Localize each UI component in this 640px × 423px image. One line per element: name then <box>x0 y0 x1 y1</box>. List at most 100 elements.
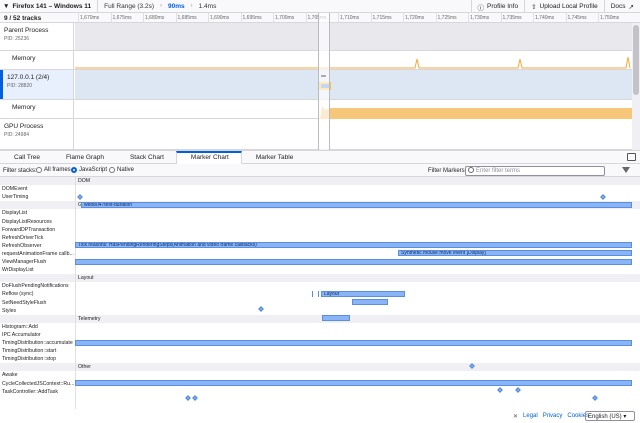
reflow-marker[interactable] <box>352 299 388 305</box>
marker-row[interactable]: WrDisplayList <box>0 266 640 274</box>
marker-row[interactable]: Styles <box>0 307 640 315</box>
breadcrumb-range-1[interactable]: 90ms <box>162 3 191 10</box>
ruler-tick-line <box>208 13 209 23</box>
track-count-button[interactable]: 9 / 52 tracks <box>4 15 41 22</box>
ruler-tick-label: 1,695ms <box>242 15 262 21</box>
marker-row[interactable]: DOMEvent <box>0 185 640 193</box>
marker-search-input[interactable]: Enter filter terms <box>465 165 605 176</box>
breadcrumb-label: 90ms <box>168 2 185 10</box>
marker-diamond[interactable] <box>185 395 191 401</box>
memory-line <box>75 56 631 69</box>
docs-button[interactable]: Docs ↗ <box>603 0 640 13</box>
filter-bar: Filter stacks: All frames JavaScript Nat… <box>0 164 640 177</box>
breadcrumb-full-range[interactable]: Full Range (3.2s) <box>98 3 160 10</box>
ruler-tick-line <box>240 13 242 23</box>
upload-button[interactable]: ⇧ Upload Local Profile <box>524 0 604 13</box>
ruler-tick-label: 1,690ms <box>210 15 230 21</box>
marker-instant[interactable] <box>318 291 319 297</box>
marker-row-label: SetNeedStyleFlush <box>2 299 47 306</box>
ruler-tick-line <box>598 13 599 23</box>
marker-diamond[interactable] <box>592 395 598 401</box>
memory-graph[interactable] <box>75 51 632 69</box>
ruler-tick-line <box>435 13 437 23</box>
track-name: Memory <box>12 55 36 62</box>
track-label[interactable]: Parent Process PID: 25236 <box>0 23 74 50</box>
refresh-observer-marker[interactable]: Synthetic mouse move event [Display] <box>398 250 632 257</box>
ruler-tick-line <box>533 13 534 23</box>
refresh-driver-tick-marker[interactable]: Tick reasons: HasPendingRenderingSteps(A… <box>75 242 632 249</box>
tab-stack-chart[interactable]: Stack Chart <box>116 151 176 164</box>
track-label[interactable]: 127.0.0.1 (2/4) PID: 28820 <box>0 70 74 99</box>
profile-info-button[interactable]: ⓘ Profile Info <box>470 0 525 13</box>
scrollbar-thumb[interactable] <box>633 25 639 95</box>
animation-frame-marker[interactable] <box>75 258 632 265</box>
search-icon <box>468 167 474 173</box>
privacy-link[interactable]: Privacy <box>543 413 563 420</box>
marker-row[interactable]: TaskController::AddTask <box>0 388 640 396</box>
marker-row[interactable]: TimingDistribution::stop <box>0 355 640 363</box>
selection-overlay[interactable] <box>318 13 330 150</box>
marker-row-label: Reflow (sync) <box>2 291 34 298</box>
marker-row[interactable]: DisplayList <box>0 209 640 217</box>
filter-markers-label: Filter Markers: <box>428 167 467 174</box>
layout-marker[interactable]: Layout <box>321 290 405 297</box>
ruler-tick-label: 1,730ms <box>470 15 490 21</box>
marker-row[interactable]: UserTiming <box>0 193 640 201</box>
app-title[interactable]: ▼ Firefox 141 – Windows 11 <box>0 0 99 13</box>
tab-marker-chart[interactable]: Marker Chart <box>175 151 242 164</box>
tracks-scrollbar[interactable] <box>632 23 640 150</box>
marker-row-label: Awake <box>2 372 18 379</box>
tab-flame-graph[interactable]: Flame Graph <box>52 151 116 164</box>
marker-row[interactable]: Histogram::Add <box>0 323 640 331</box>
filter-funnel-icon[interactable] <box>622 167 630 173</box>
ipc-accumulator-marker[interactable] <box>75 339 632 346</box>
panel-tabs: Call Tree Flame Graph Stack Chart Marker… <box>0 150 640 164</box>
ruler-tick-label: 1,725ms <box>437 15 457 21</box>
activity-graph[interactable] <box>75 70 632 99</box>
marker-group-header: Telemetry <box>0 314 640 323</box>
tab-marker-table[interactable]: Marker Table <box>242 151 305 164</box>
track-label[interactable]: GPU Process PID: 24984 <box>0 119 74 149</box>
track-name: Parent Process <box>4 27 49 34</box>
ruler-tick-label: 1,675ms <box>112 15 132 21</box>
activity-graph[interactable] <box>75 23 632 50</box>
marker-row[interactable]: ForwardDPTransaction <box>0 226 640 234</box>
ruler-tick-line <box>338 13 339 23</box>
marker-row[interactable]: DisplayListResources <box>0 218 640 226</box>
track-label[interactable]: Memory <box>0 100 74 118</box>
legal-link[interactable]: Legal <box>523 413 538 420</box>
radio-all-frames[interactable]: All frames <box>36 167 71 173</box>
marker-row[interactable]: Reflow (sync) <box>0 290 640 298</box>
marker-row[interactable]: TimingDistribution::start <box>0 347 640 355</box>
marker-diamond[interactable] <box>192 395 198 401</box>
track-pid: PID: 24984 <box>4 132 30 138</box>
sidebar-toggle-icon[interactable] <box>627 153 636 161</box>
memory-graph[interactable] <box>75 100 632 119</box>
docs-label: Docs <box>610 3 626 10</box>
ruler-tick-label: 1,685ms <box>177 15 197 21</box>
marker-row[interactable]: Awake <box>0 371 640 379</box>
breadcrumb-range-2[interactable]: 1.4ms <box>193 3 223 10</box>
awake-marker[interactable] <box>75 380 632 386</box>
marker-instant[interactable] <box>312 291 313 297</box>
user-timing-marker[interactable]: web8047test-duration <box>81 201 632 208</box>
marker-row[interactable]: SetNeedStyleFlush <box>0 299 640 307</box>
ruler-tick-line <box>370 13 372 23</box>
radio-native[interactable]: Native <box>109 167 134 173</box>
radio-javascript[interactable]: JavaScript <box>71 167 107 173</box>
language-select[interactable]: English (US) ▾ <box>585 411 635 421</box>
marker-row-label: WrDisplayList <box>2 267 34 274</box>
marker-chart[interactable]: TaskController::AddTask CycleCollectedJSC… <box>0 177 640 409</box>
marker-row[interactable]: RefreshDriverTick <box>0 234 640 242</box>
activity-graph[interactable] <box>75 119 632 149</box>
radio-label: Native <box>117 167 135 173</box>
track-pid: PID: 25236 <box>4 36 30 42</box>
marker-row-label: CycleCollectedJSContext::Ru... <box>2 380 75 387</box>
close-footer-icon[interactable]: ✕ <box>513 413 518 420</box>
tab-call-tree[interactable]: Call Tree <box>0 151 52 164</box>
marker-group-label: DOM <box>78 178 91 184</box>
marker-row[interactable]: IPC Accumulator <box>0 331 640 339</box>
track-label[interactable]: Memory <box>0 51 74 69</box>
marker-row[interactable]: DoFlushPendingNotifications <box>0 282 640 290</box>
styles-marker[interactable] <box>322 315 350 322</box>
